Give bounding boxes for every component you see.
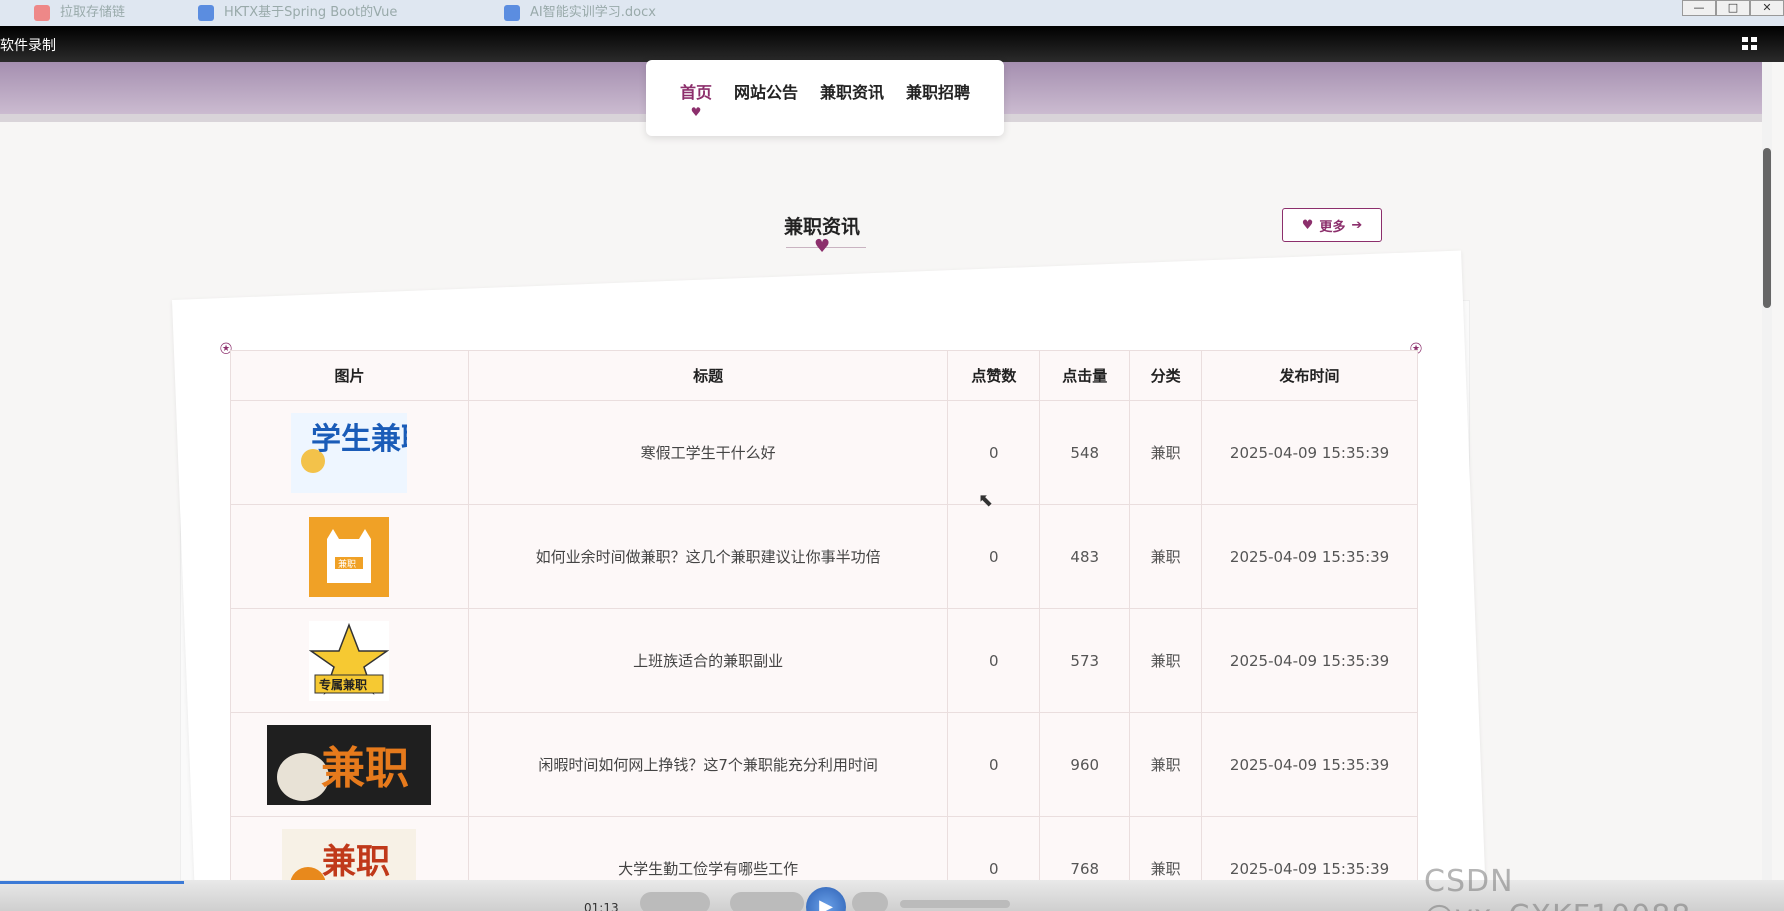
- row-category: 兼职: [1129, 400, 1203, 505]
- thumbnail-cell: 专属兼职: [230, 608, 469, 713]
- row-likes: 0: [947, 504, 1041, 609]
- page-scrollbar[interactable]: [1762, 62, 1772, 892]
- row-category: 兼职: [1129, 712, 1203, 817]
- doc-icon: [198, 5, 214, 21]
- more-button[interactable]: ♥ 更多 ➔: [1282, 208, 1382, 242]
- thumbnail-label: 兼职: [321, 743, 409, 794]
- maximize-button[interactable]: □: [1716, 0, 1750, 16]
- heart-icon: ♥: [814, 236, 831, 257]
- row-likes: 0: [947, 608, 1041, 713]
- news-table: 图片 标题 点赞数 点击量 分类 发布时间 学生兼职 寒假工学生干什么好 0 5…: [230, 350, 1418, 911]
- nav-item-job-news[interactable]: 兼职资讯: [820, 79, 884, 103]
- thumbs-up-job-thumbnail[interactable]: 兼职: [267, 724, 432, 805]
- table-header-row: 图片 标题 点赞数 点击量 分类 发布时间: [230, 350, 1418, 401]
- arrow-right-icon: ➔: [1351, 217, 1363, 233]
- forward-button[interactable]: [852, 892, 888, 911]
- cat-job-thumbnail[interactable]: 兼职: [309, 516, 390, 597]
- row-time: 2025-04-09 15:35:39: [1201, 712, 1418, 817]
- row-time: 2025-04-09 15:35:39: [1201, 400, 1418, 505]
- column-header: 发布时间: [1201, 350, 1418, 401]
- heart-icon: ♥: [690, 105, 702, 119]
- row-category: 兼职: [1129, 608, 1203, 713]
- column-header: 点击量: [1039, 350, 1131, 401]
- doc-icon: [504, 5, 520, 21]
- main-nav: 首页 ♥ 网站公告 兼职资讯 兼职招聘: [646, 60, 1004, 136]
- player-tools-button[interactable]: [640, 892, 710, 911]
- table-row[interactable]: 兼职 闲暇时间如何网上挣钱？这7个兼职能充分利用时间 0 960 兼职 2025…: [230, 712, 1418, 817]
- volume-slider[interactable]: [900, 900, 1010, 908]
- browser-tab-strip: 拉取存储链 HKTX基于Spring Boot的Vue AI智能实训学习.doc…: [0, 0, 1784, 26]
- heart-icon: ♥: [1301, 217, 1314, 233]
- recorder-bar: 软件录制: [0, 26, 1784, 62]
- column-header: 图片: [230, 350, 469, 401]
- student-job-thumbnail[interactable]: 学生兼职: [291, 412, 408, 493]
- player-time: 01:13: [584, 901, 619, 911]
- row-likes: 0: [947, 712, 1041, 817]
- star-job-thumbnail[interactable]: 专属兼职: [309, 620, 390, 701]
- row-clicks: 548: [1039, 400, 1131, 505]
- thumbnail-label: 专属兼职: [319, 677, 367, 692]
- nav-item-announcements[interactable]: 网站公告: [734, 79, 798, 103]
- scrollbar-thumb[interactable]: [1763, 148, 1771, 308]
- row-clicks: 573: [1039, 608, 1131, 713]
- thumbnail-cell: 兼职: [230, 712, 469, 817]
- pdf-icon: [34, 5, 50, 21]
- rewind-button[interactable]: [768, 892, 804, 911]
- window-controls: — □ ✕: [1682, 0, 1784, 16]
- row-clicks: 960: [1039, 712, 1131, 817]
- thumbnail-label: 兼职: [338, 558, 356, 570]
- row-title[interactable]: 闲暇时间如何网上挣钱？这7个兼职能充分利用时间: [467, 712, 949, 817]
- row-time: 2025-04-09 15:35:39: [1201, 504, 1418, 609]
- row-time: 2025-04-09 15:35:39: [1201, 608, 1418, 713]
- row-title[interactable]: 上班族适合的兼职副业: [467, 608, 949, 713]
- row-likes: 0: [947, 400, 1041, 505]
- row-title[interactable]: 寒假工学生干什么好: [467, 400, 949, 505]
- mouse-cursor-icon: ⬉: [978, 490, 994, 511]
- grid-icon[interactable]: [1742, 37, 1758, 51]
- row-title[interactable]: 如何业余时间做兼职？这几个兼职建议让你事半功倍: [467, 504, 949, 609]
- column-header: 标题: [467, 350, 949, 401]
- thumbnail-cell: 兼职: [230, 504, 469, 609]
- row-category: 兼职: [1129, 504, 1203, 609]
- thumbnail-label: 学生兼职: [311, 422, 407, 457]
- row-clicks: 483: [1039, 504, 1131, 609]
- browser-tab[interactable]: AI智能实训学习.docx: [490, 0, 760, 26]
- thumbnail-label: 兼职: [322, 842, 390, 882]
- column-header: 分类: [1129, 350, 1203, 401]
- table-row[interactable]: 专属兼职 上班族适合的兼职副业 0 573 兼职 2025-04-09 15:3…: [230, 608, 1418, 713]
- browser-tab[interactable]: HKTX基于Spring Boot的Vue: [184, 0, 454, 26]
- video-progress-bar[interactable]: [0, 881, 184, 884]
- table-row[interactable]: 兼职 如何业余时间做兼职？这几个兼职建议让你事半功倍 0 483 兼职 2025…: [230, 504, 1418, 609]
- section-title: 兼职资讯: [784, 216, 861, 238]
- column-header: 点赞数: [947, 350, 1041, 401]
- close-button[interactable]: ✕: [1750, 0, 1784, 16]
- thumbnail-cell: 学生兼职: [230, 400, 469, 505]
- nav-item-home[interactable]: 首页 ♥: [680, 79, 712, 119]
- recorder-title: 软件录制: [0, 38, 56, 54]
- minimize-button[interactable]: —: [1682, 0, 1716, 16]
- table-row[interactable]: 学生兼职 寒假工学生干什么好 0 548 兼职 2025-04-09 15:35…: [230, 400, 1418, 505]
- watermark: CSDN @vx_CXKF10088: [1424, 864, 1690, 911]
- nav-item-job-recruit[interactable]: 兼职招聘: [906, 79, 970, 103]
